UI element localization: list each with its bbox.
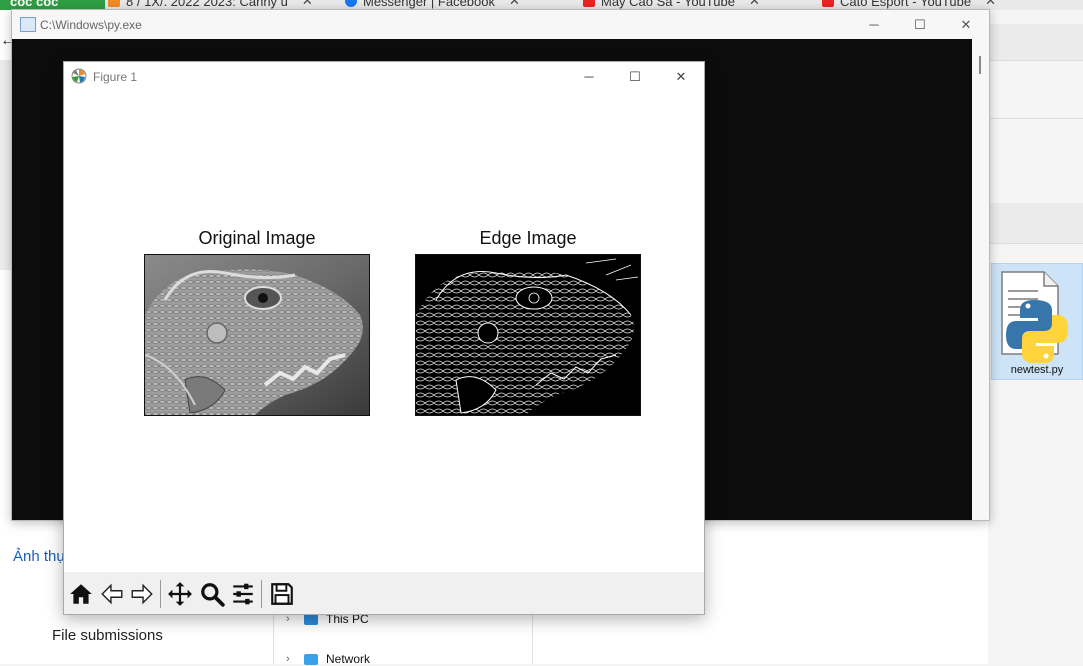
save-icon	[271, 583, 293, 605]
close-icon[interactable]: ✕	[749, 0, 760, 9]
coccoc-label: cốc cốc	[10, 0, 59, 9]
pan-icon	[168, 582, 192, 606]
subplot-title: Original Image	[198, 228, 316, 248]
figure-title: Figure 1	[93, 70, 138, 84]
toolbar-separator	[261, 580, 262, 608]
figure-toolbar	[64, 572, 704, 614]
tab-favicon-icon	[822, 0, 834, 7]
original-image-axes[interactable]	[144, 254, 370, 416]
console-app-icon	[20, 17, 36, 32]
tab-label: May Cao Sa - YouTube	[601, 0, 735, 9]
close-button[interactable]: ✕	[658, 62, 704, 91]
configure-subplots-button[interactable]	[228, 579, 258, 609]
forward-button[interactable]	[127, 579, 157, 609]
tab-label: Cato Esport - YouTube	[840, 0, 972, 9]
save-button[interactable]	[267, 579, 297, 609]
network-icon	[304, 653, 318, 665]
figure-window: Figure 1 ─ ☐ ✕ Original Image Edge Image	[63, 61, 705, 615]
matplotlib-icon	[71, 68, 87, 84]
panel-row	[988, 203, 1083, 243]
maximize-button[interactable]: ☐	[612, 62, 658, 91]
forward-icon	[131, 583, 153, 605]
edge-image	[416, 255, 640, 415]
toolbar-separator	[160, 580, 161, 608]
close-icon[interactable]: ✕	[509, 0, 520, 9]
python-file-icon	[1001, 271, 1068, 363]
minimize-button[interactable]: ─	[566, 62, 612, 91]
configure-subplots-icon	[233, 583, 253, 605]
home-icon	[70, 584, 92, 604]
divider	[988, 118, 1083, 119]
window-controls: ─ ☐ ✕	[566, 62, 704, 91]
panel-row	[988, 24, 1083, 60]
minimize-button[interactable]: ─	[851, 10, 897, 39]
tab-label: Messenger | Facebook	[363, 0, 495, 9]
chevron-right-icon[interactable]: ›	[286, 653, 296, 665]
back-icon	[101, 583, 123, 605]
zoom-icon	[201, 583, 225, 607]
computer-icon	[304, 613, 318, 625]
tab-label: 8 / 1X/. 2022 2023: Canny u	[126, 0, 288, 9]
subplot-title: Edge Image	[479, 228, 577, 248]
figure-titlebar[interactable]: Figure 1 ─ ☐ ✕	[64, 62, 704, 91]
close-icon[interactable]: ✕	[302, 0, 313, 9]
window-controls: ─ ☐ ✕	[851, 10, 989, 39]
tab-favicon-icon	[108, 0, 120, 7]
edge-image-axes[interactable]	[415, 254, 641, 416]
zoom-button[interactable]	[197, 579, 227, 609]
tab-favicon-icon	[583, 0, 595, 7]
file-submissions-label[interactable]: File submissions	[52, 627, 163, 644]
python-file-tile[interactable]: newtest.py	[991, 263, 1083, 380]
pan-button[interactable]	[165, 579, 195, 609]
tab-favicon-icon	[345, 0, 357, 7]
home-button[interactable]	[66, 579, 96, 609]
close-button[interactable]: ✕	[943, 10, 989, 39]
console-scrollbar[interactable]	[972, 39, 989, 520]
original-image	[145, 255, 369, 415]
close-icon[interactable]: ✕	[985, 0, 996, 9]
console-title: C:\Windows\py.exe	[40, 18, 142, 32]
divider	[988, 60, 1083, 61]
divider	[988, 243, 1083, 244]
console-titlebar[interactable]: C:\Windows\py.exe ─ ☐ ✕	[12, 10, 989, 39]
back-button[interactable]	[97, 579, 127, 609]
maximize-button[interactable]: ☐	[897, 10, 943, 39]
background-link[interactable]: Ảnh thụ	[13, 548, 65, 565]
scrollbar-thumb[interactable]	[979, 56, 981, 74]
file-name: newtest.py	[1010, 364, 1064, 376]
